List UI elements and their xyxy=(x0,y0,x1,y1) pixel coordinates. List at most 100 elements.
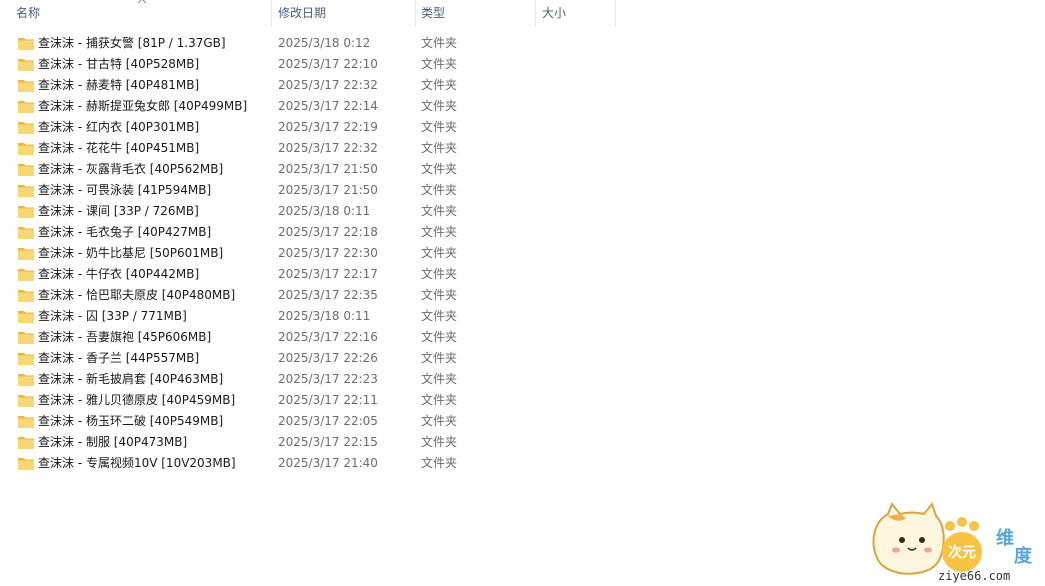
file-name[interactable]: 查沫沫 - 吾妻旗袍 [45P606MB] xyxy=(38,327,211,348)
file-row[interactable]: 查沫沫 - 雅儿贝德原皮 [40P459MB] 2025/3/17 22:11 文件… xyxy=(0,390,615,411)
file-type: 文件夹 xyxy=(421,78,458,92)
folder-icon xyxy=(18,185,34,197)
file-modified-date: 2025/3/17 22:32 xyxy=(278,78,378,92)
file-row[interactable]: 查沫沫 - 花花牛 [40P451MB] 2025/3/17 22:32 文件夹 xyxy=(0,138,615,159)
watermark-logo: 次元 维 度 ziye66.com xyxy=(872,501,1033,583)
folder-icon xyxy=(18,290,34,302)
file-type: 文件夹 xyxy=(421,456,458,470)
file-type: 文件夹 xyxy=(421,288,458,302)
file-name[interactable]: 查沫沫 - 牛仔衣 [40P442MB] xyxy=(38,264,199,285)
paw-badge-icon: 次元 xyxy=(942,517,982,572)
column-divider[interactable] xyxy=(271,0,272,27)
folder-icon xyxy=(18,143,34,155)
file-modified-date: 2025/3/18 0:12 xyxy=(278,36,371,50)
file-name[interactable]: 查沫沫 - 捕获女警 [81P / 1.37GB] xyxy=(38,33,226,54)
folder-icon xyxy=(18,458,34,470)
file-modified-date: 2025/3/17 22:19 xyxy=(278,120,378,134)
folder-icon xyxy=(18,122,34,134)
file-modified-date: 2025/3/17 22:35 xyxy=(278,288,378,302)
column-header-date[interactable]: 修改日期 xyxy=(278,0,326,27)
file-row[interactable]: 查沫沫 - 香子兰 [44P557MB] 2025/3/17 22:26 文件夹 xyxy=(0,348,615,369)
file-name[interactable]: 查沫沫 - 杨玉环二破 [40P549MB] xyxy=(38,411,223,432)
file-name[interactable]: 查沫沫 - 可畏泳装 [41P594MB] xyxy=(38,180,211,201)
watermark-brand-1: 次元 xyxy=(948,544,976,561)
folder-icon xyxy=(18,206,34,218)
file-modified-date: 2025/3/17 21:50 xyxy=(278,162,378,176)
file-type: 文件夹 xyxy=(421,267,458,281)
file-name[interactable]: 查沫沫 - 毛衣兔子 [40P427MB] xyxy=(38,222,211,243)
file-modified-date: 2025/3/17 22:16 xyxy=(278,330,378,344)
column-header-size[interactable]: 大小 xyxy=(542,0,566,27)
file-name[interactable]: 查沫沫 - 花花牛 [40P451MB] xyxy=(38,138,199,159)
file-type: 文件夹 xyxy=(421,183,458,197)
file-name[interactable]: 查沫沫 - 课间 [33P / 726MB] xyxy=(38,201,199,222)
file-type: 文件夹 xyxy=(421,204,458,218)
file-row[interactable]: 查沫沫 - 赫麦特 [40P481MB] 2025/3/17 22:32 文件夹 xyxy=(0,75,615,96)
watermark-brand-3: 度 xyxy=(1014,545,1033,567)
file-type: 文件夹 xyxy=(421,99,458,113)
file-name[interactable]: 查沫沫 - 赫麦特 [40P481MB] xyxy=(38,75,199,96)
folder-icon xyxy=(18,227,34,239)
file-name[interactable]: 查沫沫 - 赫斯提亚兔女郎 [40P499MB] xyxy=(38,96,247,117)
sort-ascending-icon xyxy=(137,0,147,4)
file-type: 文件夹 xyxy=(421,120,458,134)
file-row[interactable]: 查沫沫 - 捕获女警 [81P / 1.37GB] 2025/3/18 0:12 文… xyxy=(0,33,615,54)
folder-icon xyxy=(18,248,34,260)
column-divider[interactable] xyxy=(415,0,416,27)
file-row[interactable]: 查沫沫 - 课间 [33P / 726MB] 2025/3/18 0:11 文件夹 xyxy=(0,201,615,222)
file-modified-date: 2025/3/17 22:05 xyxy=(278,414,378,428)
file-row[interactable]: 查沫沫 - 吾妻旗袍 [45P606MB] 2025/3/17 22:16 文件夹 xyxy=(0,327,615,348)
file-modified-date: 2025/3/17 22:23 xyxy=(278,372,378,386)
file-type: 文件夹 xyxy=(421,57,458,71)
file-row[interactable]: 查沫沫 - 奶牛比基尼 [50P601MB] 2025/3/17 22:30 文件夹 xyxy=(0,243,615,264)
file-row[interactable]: 查沫沫 - 专属视频10V [10V203MB] 2025/3/17 21:40 文… xyxy=(0,453,615,474)
file-name[interactable]: 查沫沫 - 囚 [33P / 771MB] xyxy=(38,306,187,327)
file-name[interactable]: 查沫沫 - 奶牛比基尼 [50P601MB] xyxy=(38,243,223,264)
folder-icon xyxy=(18,416,34,428)
file-modified-date: 2025/3/17 21:50 xyxy=(278,183,378,197)
file-modified-date: 2025/3/18 0:11 xyxy=(278,204,371,218)
file-row[interactable]: 查沫沫 - 牛仔衣 [40P442MB] 2025/3/17 22:17 文件夹 xyxy=(0,264,615,285)
file-modified-date: 2025/3/17 22:32 xyxy=(278,141,378,155)
folder-icon xyxy=(18,164,34,176)
file-name[interactable]: 查沫沫 - 制服 [40P473MB] xyxy=(38,432,187,453)
file-modified-date: 2025/3/17 22:14 xyxy=(278,99,378,113)
file-row[interactable]: 查沫沫 - 杨玉环二破 [40P549MB] 2025/3/17 22:05 文件夹 xyxy=(0,411,615,432)
file-row[interactable]: 查沫沫 - 恰巴耶夫原皮 [40P480MB] 2025/3/17 22:35 文件… xyxy=(0,285,615,306)
column-divider[interactable] xyxy=(615,0,616,27)
file-name[interactable]: 查沫沫 - 新毛披肩套 [40P463MB] xyxy=(38,369,223,390)
file-modified-date: 2025/3/17 22:11 xyxy=(278,393,378,407)
file-list: 查沫沫 - 捕获女警 [81P / 1.37GB] 2025/3/18 0:12 文… xyxy=(0,33,1045,474)
file-name[interactable]: 查沫沫 - 专属视频10V [10V203MB] xyxy=(38,453,236,474)
file-row[interactable]: 查沫沫 - 赫斯提亚兔女郎 [40P499MB] 2025/3/17 22:14 文… xyxy=(0,96,615,117)
file-modified-date: 2025/3/17 22:18 xyxy=(278,225,378,239)
folder-icon xyxy=(18,395,34,407)
file-row[interactable]: 查沫沫 - 囚 [33P / 771MB] 2025/3/18 0:11 文件夹 xyxy=(0,306,615,327)
folder-icon xyxy=(18,332,34,344)
file-modified-date: 2025/3/17 22:10 xyxy=(278,57,378,71)
file-row[interactable]: 查沫沫 - 可畏泳装 [41P594MB] 2025/3/17 21:50 文件夹 xyxy=(0,180,615,201)
file-name[interactable]: 查沫沫 - 灰露背毛衣 [40P562MB] xyxy=(38,159,223,180)
file-row[interactable]: 查沫沫 - 毛衣兔子 [40P427MB] 2025/3/17 22:18 文件夹 xyxy=(0,222,615,243)
file-row[interactable]: 查沫沫 - 制服 [40P473MB] 2025/3/17 22:15 文件夹 xyxy=(0,432,615,453)
file-type: 文件夹 xyxy=(421,414,458,428)
file-name[interactable]: 查沫沫 - 甘古特 [40P528MB] xyxy=(38,54,199,75)
file-type: 文件夹 xyxy=(421,36,458,50)
file-type: 文件夹 xyxy=(421,435,458,449)
file-type: 文件夹 xyxy=(421,351,458,365)
column-divider[interactable] xyxy=(535,0,536,27)
file-name[interactable]: 查沫沫 - 香子兰 [44P557MB] xyxy=(38,348,199,369)
file-name[interactable]: 查沫沫 - 恰巴耶夫原皮 [40P480MB] xyxy=(38,285,235,306)
file-name[interactable]: 查沫沫 - 雅儿贝德原皮 [40P459MB] xyxy=(38,390,235,411)
file-row[interactable]: 查沫沫 - 灰露背毛衣 [40P562MB] 2025/3/17 21:50 文件夹 xyxy=(0,159,615,180)
column-header-type[interactable]: 类型 xyxy=(421,0,445,27)
file-row[interactable]: 查沫沫 - 红内衣 [40P301MB] 2025/3/17 22:19 文件夹 xyxy=(0,117,615,138)
file-name[interactable]: 查沫沫 - 红内衣 [40P301MB] xyxy=(38,117,199,138)
file-row[interactable]: 查沫沫 - 新毛披肩套 [40P463MB] 2025/3/17 22:23 文件夹 xyxy=(0,369,615,390)
watermark-domain: ziye66.com xyxy=(938,569,1010,583)
file-type: 文件夹 xyxy=(421,393,458,407)
column-header-name[interactable]: 名称 xyxy=(16,0,40,27)
file-modified-date: 2025/3/17 22:26 xyxy=(278,351,378,365)
watermark-brand-2: 维 xyxy=(996,527,1014,549)
file-row[interactable]: 查沫沫 - 甘古特 [40P528MB] 2025/3/17 22:10 文件夹 xyxy=(0,54,615,75)
